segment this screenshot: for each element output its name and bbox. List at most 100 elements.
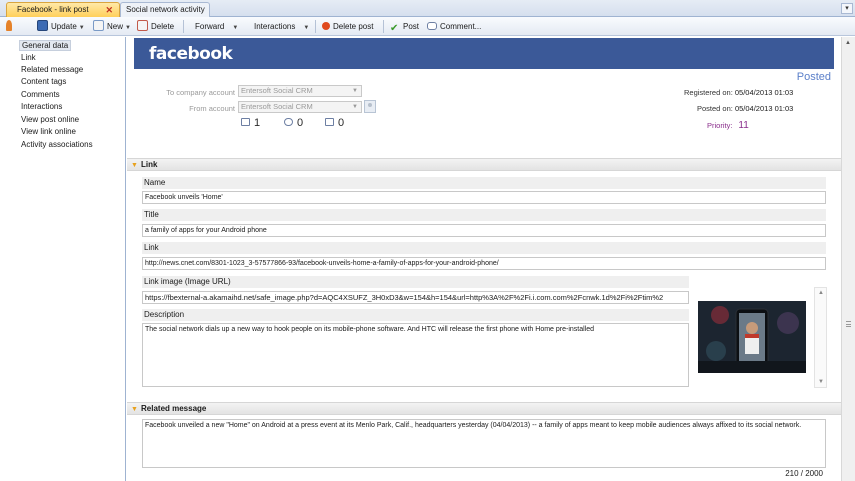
scroll-down-icon[interactable]: ▼	[818, 379, 824, 385]
user-lookup-icon[interactable]	[364, 100, 376, 113]
from-account-label: From account	[189, 104, 235, 113]
nav-item-general-data[interactable]: General data	[19, 40, 72, 51]
scroll-up-icon[interactable]: ▲	[845, 40, 851, 46]
new-label: New	[107, 22, 124, 31]
from-account-select[interactable]: Entersoft Social CRM ▼	[238, 101, 362, 113]
interactions-button[interactable]: Interactions ▼	[254, 20, 309, 33]
priority-value: 11	[738, 120, 749, 131]
name-field[interactable]: Facebook unveils 'Home'	[142, 191, 826, 204]
nav-item-activity-associations[interactable]: Activity associations	[19, 139, 95, 150]
name-label: Name	[142, 177, 826, 189]
nav-item-related-message[interactable]: Related message	[19, 64, 85, 75]
pin-button[interactable]	[6, 20, 15, 33]
pin-icon	[6, 20, 12, 31]
speech-bubble-icon	[427, 22, 437, 30]
facebook-logo: facebook	[149, 44, 233, 64]
dropdown-arrow-icon: ▼	[303, 25, 310, 31]
likes-counter: 1	[241, 117, 260, 129]
toolbar-separator	[315, 20, 316, 33]
character-counter: 210 / 2000	[785, 469, 823, 478]
delete-label: Delete	[151, 22, 175, 31]
delete-post-label: Delete post	[333, 22, 374, 31]
related-message-section-title: Related message	[141, 404, 207, 413]
scroll-thumb-grip[interactable]	[846, 321, 851, 327]
tab-facebook-link-post[interactable]: Facebook - link post ✕	[6, 2, 120, 17]
image-scrollbar[interactable]: ▲ ▼	[814, 287, 827, 388]
tab-label: Social network activity	[126, 5, 205, 14]
posted-on: Posted on: 05/04/2013 01:03	[697, 104, 793, 113]
link-label: Link	[142, 242, 826, 254]
comment-bubble-icon	[284, 118, 293, 126]
link-image-url-field[interactable]: https://fbexternal-a.akamaihd.net/safe_i…	[142, 291, 689, 304]
delete-document-icon	[137, 20, 148, 31]
close-icon[interactable]: ✕	[105, 3, 113, 17]
toolbar-separator	[383, 20, 384, 33]
nav-item-comments[interactable]: Comments	[19, 89, 62, 100]
document-tab-bar: Facebook - link post ✕ Social network ac…	[0, 0, 855, 17]
related-message-field[interactable]: Facebook unveiled a new "Home" on Androi…	[142, 419, 826, 468]
tab-social-network-activity[interactable]: Social network activity	[120, 2, 210, 17]
post-button[interactable]: ✔ Post	[390, 20, 420, 34]
registered-on-value: 05/04/2013 01:03	[734, 88, 794, 97]
comments-counter: 0	[284, 117, 303, 129]
scroll-up-icon[interactable]: ▲	[818, 290, 824, 296]
related-message-section-header[interactable]: ▼ Related message	[127, 402, 841, 415]
collapse-triangle-icon: ▼	[131, 406, 138, 413]
nav-item-view-link-online[interactable]: View link online	[19, 126, 78, 137]
registered-on-label: Registered on:	[684, 88, 733, 97]
toolbar-separator	[183, 20, 184, 33]
priority-label: Priority:	[707, 121, 733, 130]
to-company-account-select[interactable]: Entersoft Social CRM ▼	[238, 85, 362, 97]
section-navigation: General data Link Related message Conten…	[0, 37, 126, 481]
title-label: Title	[142, 209, 826, 221]
thumbs-up-icon	[241, 118, 250, 126]
delete-button[interactable]: Delete	[137, 20, 174, 33]
update-button[interactable]: Update ▼	[37, 20, 85, 33]
main-vertical-scrollbar[interactable]: ▲	[841, 37, 855, 481]
link-field[interactable]: http://news.cnet.com/8301-1023_3-5757786…	[142, 257, 826, 270]
nav-item-content-tags[interactable]: Content tags	[19, 76, 68, 87]
delete-post-button[interactable]: Delete post	[322, 20, 373, 33]
tab-label: Facebook - link post	[17, 5, 89, 14]
facebook-banner: facebook	[134, 38, 834, 69]
nav-item-interactions[interactable]: Interactions	[19, 101, 64, 112]
to-company-account-label: To company account	[166, 88, 235, 97]
collapse-triangle-icon: ▼	[131, 162, 138, 169]
link-section-header[interactable]: ▼ Link	[127, 158, 841, 171]
delete-post-icon	[322, 22, 330, 30]
nav-item-link[interactable]: Link	[19, 52, 38, 63]
chevron-down-icon: ▼	[352, 88, 358, 94]
comment-label: Comment...	[440, 22, 482, 31]
tab-list-dropdown-icon[interactable]: ▾	[841, 3, 853, 14]
forward-label: Forward	[195, 22, 225, 31]
forward-button[interactable]: Forward ▼	[195, 20, 238, 33]
comment-button[interactable]: Comment...	[427, 20, 481, 33]
chevron-down-icon: ▼	[352, 104, 358, 110]
dropdown-arrow-icon: ▼	[232, 25, 239, 31]
description-label: Description	[142, 309, 689, 321]
to-company-account-value: Entersoft Social CRM	[241, 86, 313, 95]
update-label: Update	[51, 22, 77, 31]
nav-item-view-post-online[interactable]: View post online	[19, 114, 81, 125]
priority: Priority: 11	[707, 120, 749, 131]
link-section-title: Link	[141, 160, 158, 169]
share-icon	[325, 118, 334, 126]
link-preview-image	[698, 301, 806, 373]
shares-counter: 0	[325, 117, 344, 129]
registered-on: Registered on: 05/04/2013 01:03	[684, 88, 793, 97]
detail-panel: facebook Posted To company account Enter…	[127, 37, 841, 481]
posted-on-label: Posted on:	[697, 104, 733, 113]
link-preview-image-graphic	[698, 301, 806, 373]
post-status: Posted	[796, 71, 831, 83]
post-label: Post	[403, 22, 420, 31]
interactions-label: Interactions	[254, 22, 296, 31]
dropdown-arrow-icon: ▼	[125, 25, 131, 31]
dropdown-arrow-icon: ▼	[78, 25, 85, 31]
posted-on-value: 05/04/2013 01:03	[734, 104, 794, 113]
new-button[interactable]: New ▼	[93, 20, 131, 33]
comments-count: 0	[297, 117, 304, 129]
from-account-value: Entersoft Social CRM	[241, 102, 313, 111]
likes-count: 1	[254, 117, 261, 129]
description-field[interactable]: The social network dials up a new way to…	[142, 323, 689, 387]
title-field[interactable]: a family of apps for your Android phone	[142, 224, 826, 237]
